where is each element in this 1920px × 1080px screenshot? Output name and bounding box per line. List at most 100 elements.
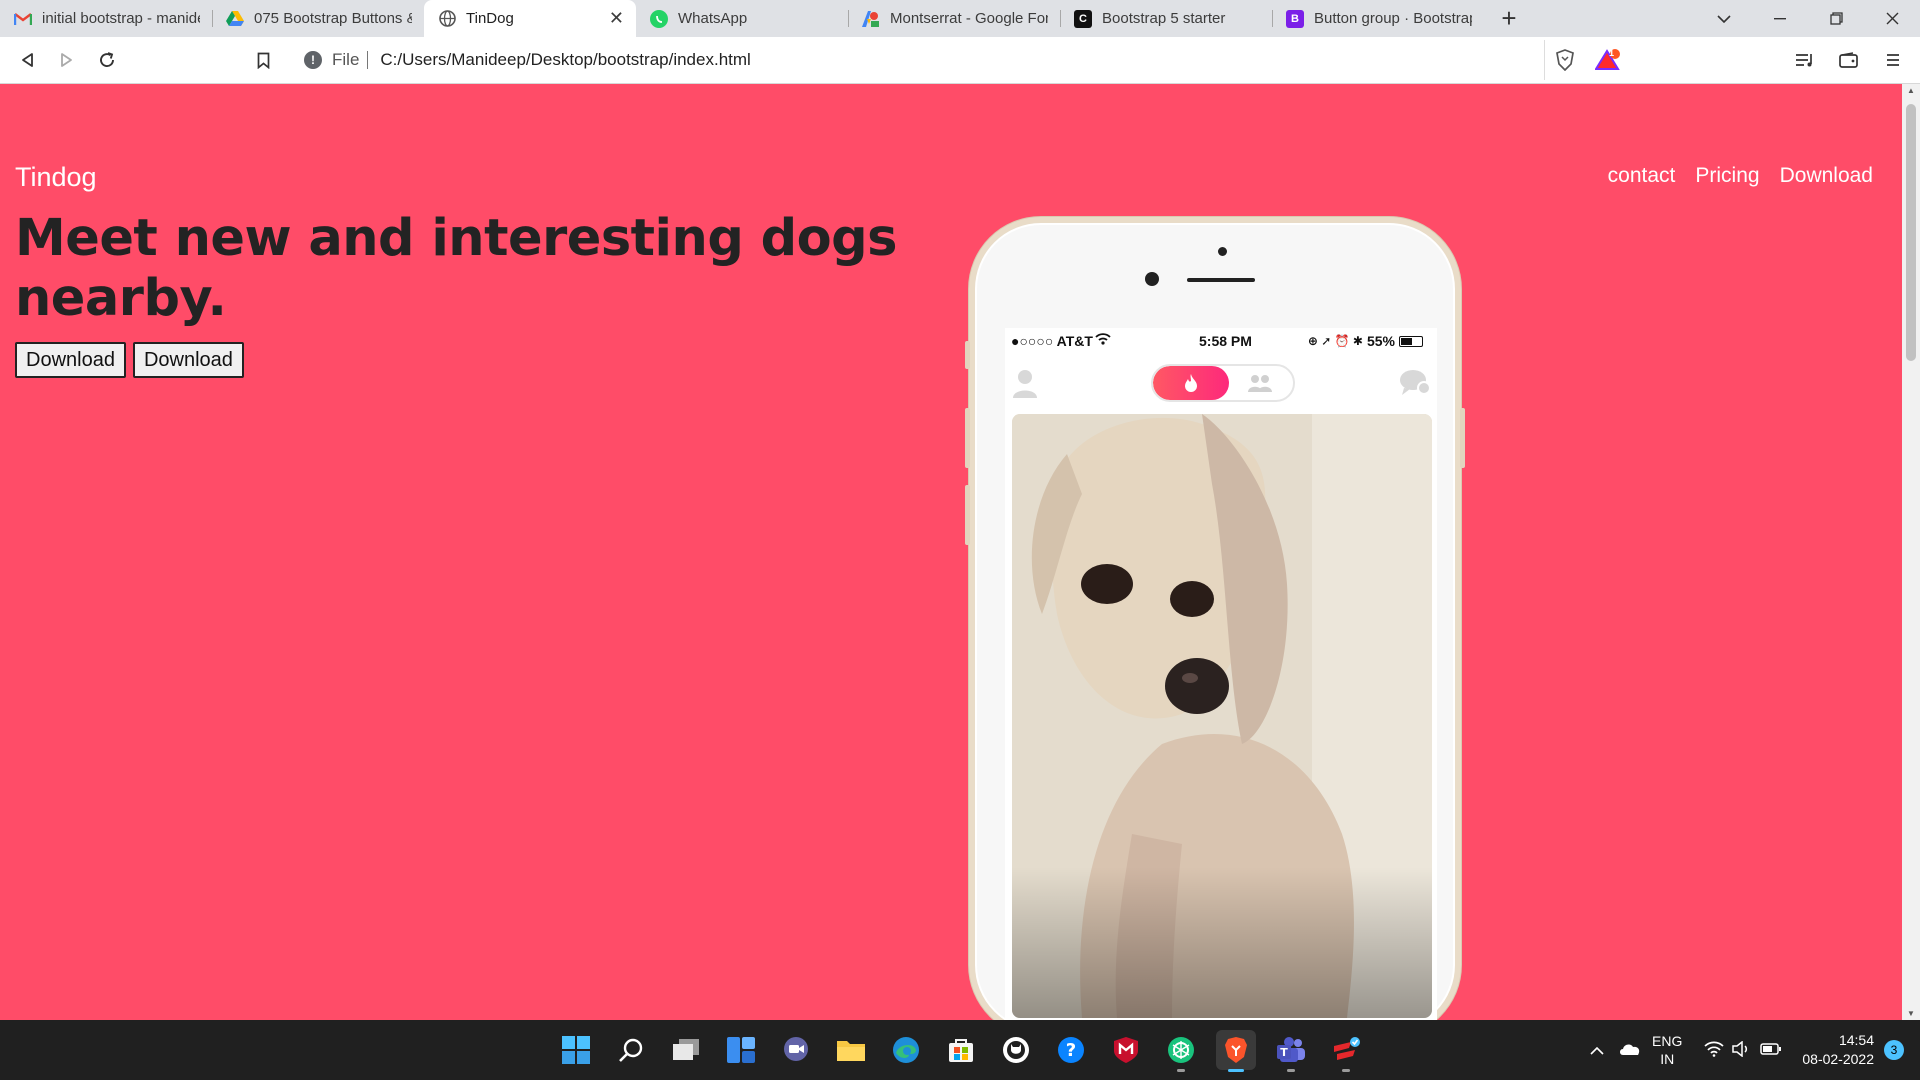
dog-photo[interactable] [1012, 414, 1432, 1018]
active-indicator [1228, 1069, 1244, 1072]
url-text: C:/Users/Manideep/Desktop/bootstrap/inde… [380, 50, 751, 69]
download-button-1[interactable]: Download [15, 342, 126, 378]
nav-link-pricing[interactable]: Pricing [1695, 164, 1759, 188]
wallet-icon[interactable] [1829, 40, 1869, 80]
close-tab-icon[interactable]: ✕ [609, 8, 624, 29]
taskbar-clock[interactable]: 14:54 08-02-2022 [1802, 1031, 1874, 1069]
page-scrollbar[interactable]: ▲ ▼ [1902, 84, 1920, 1020]
clock-date: 08-02-2022 [1802, 1051, 1874, 1067]
running-indicator [1342, 1069, 1350, 1072]
tab-title: Bootstrap 5 starter [1102, 10, 1226, 27]
chat-icon[interactable] [776, 1030, 816, 1070]
running-indicator [1177, 1069, 1185, 1072]
rewards-icon[interactable] [1326, 1030, 1366, 1072]
menu-icon[interactable] [1873, 40, 1913, 80]
reload-button[interactable] [87, 40, 127, 80]
nav-link-download[interactable]: Download [1780, 164, 1873, 188]
flame-icon [1153, 366, 1229, 400]
tab-whatsapp[interactable]: WhatsApp [636, 0, 848, 37]
task-view-icon[interactable] [666, 1030, 706, 1070]
phone-power-button [1460, 408, 1465, 468]
phone-screen: ●○○○○ AT&T 5:58 PM ⊕ ➚ ⏰ ✱ 55% [1005, 328, 1437, 1020]
scroll-up-arrow-icon[interactable]: ▲ [1907, 86, 1915, 95]
tinder-mode-toggle[interactable] [1151, 364, 1295, 402]
teams-icon[interactable]: T [1271, 1030, 1311, 1072]
tab-strip-spacer [1534, 0, 1696, 37]
windows-start-icon[interactable] [556, 1030, 596, 1070]
download-button-group: Download Download [15, 342, 244, 378]
scrollbar-thumb[interactable] [1906, 104, 1916, 361]
onedrive-cloud-icon[interactable] [1618, 1042, 1642, 1059]
windows-taskbar: ? T ENG IN 14:54 08-02-2022 3 [0, 1020, 1920, 1080]
show-hidden-icons-chevron-icon[interactable] [1590, 1042, 1604, 1058]
brave-rewards-icon[interactable]: 1 [1588, 40, 1628, 80]
mcafee-icon[interactable] [1106, 1030, 1146, 1070]
volume-icon[interactable] [1732, 1039, 1750, 1060]
tab-google-fonts[interactable]: Montserrat - Google Fonts [848, 0, 1060, 37]
google-fonts-icon [862, 10, 880, 28]
battery-fill [1401, 337, 1412, 345]
google-drive-icon [226, 10, 244, 28]
tab-title: 075 Bootstrap Buttons & Fo [254, 10, 412, 27]
tab-bootstrap-starter[interactable]: C Bootstrap 5 starter [1060, 0, 1272, 37]
wifi-icon [1095, 332, 1111, 348]
tab-gmail[interactable]: initial bootstrap - manideep [0, 0, 212, 37]
tab-search-chevron-icon[interactable] [1696, 0, 1752, 37]
wifi-icon[interactable] [1704, 1041, 1724, 1060]
minimize-button[interactable] [1752, 0, 1808, 37]
profile-icon[interactable] [1011, 368, 1039, 403]
globe-icon [438, 10, 456, 28]
navbar-brand[interactable]: Tindog [15, 162, 97, 193]
whatsapp-icon [650, 9, 668, 28]
close-window-button[interactable] [1864, 0, 1920, 37]
phone-side-button [965, 341, 970, 369]
forward-button[interactable] [47, 40, 87, 80]
bookmark-icon[interactable] [243, 40, 283, 80]
messages-icon[interactable] [1399, 368, 1431, 401]
widgets-icon[interactable] [721, 1030, 761, 1070]
battery-percent: 55% [1366, 333, 1395, 349]
running-indicator [1287, 1069, 1295, 1072]
tinder-app-bar [1005, 354, 1437, 410]
tab-tindog[interactable]: TinDog ✕ [424, 0, 636, 37]
new-tab-button[interactable]: + [1484, 0, 1534, 37]
taskbar-app-icons: ? T [556, 1030, 1366, 1072]
tab-google-drive[interactable]: 075 Bootstrap Buttons & Fo [212, 0, 424, 37]
site-info-icon[interactable]: ! [304, 51, 322, 69]
store-icon[interactable] [941, 1030, 981, 1070]
brave-shields-icon[interactable] [1544, 40, 1584, 80]
phone-status-bar: ●○○○○ AT&T 5:58 PM ⊕ ➚ ⏰ ✱ 55% [1005, 328, 1437, 354]
social-group-icon [1245, 373, 1275, 398]
scroll-down-arrow-icon[interactable]: ▼ [1907, 1009, 1915, 1018]
battery-tray-icon[interactable] [1760, 1042, 1782, 1058]
nav-link-contact[interactable]: contact [1608, 164, 1676, 188]
codepen-c-icon: C [1074, 9, 1092, 28]
hero-headline: Meet new and interesting dogs nearby. [15, 209, 898, 328]
phone-front-camera [1145, 272, 1159, 286]
iphone-mockup: ●○○○○ AT&T 5:58 PM ⊕ ➚ ⏰ ✱ 55% [965, 217, 1465, 1020]
brave-icon[interactable] [1216, 1030, 1256, 1072]
restore-button[interactable] [1808, 0, 1864, 37]
address-bar[interactable]: ! File C:/Users/Manideep/Desktop/bootstr… [292, 43, 1628, 77]
tab-title: WhatsApp [678, 10, 748, 27]
notification-badge[interactable]: 3 [1884, 1040, 1904, 1060]
tab-bootstrap-button-group[interactable]: B Button group · Bootstrap v5 [1272, 0, 1484, 37]
search-icon[interactable] [611, 1030, 651, 1070]
back-button[interactable] [7, 40, 47, 80]
github-icon[interactable] [996, 1030, 1036, 1070]
media-playlist-icon[interactable] [1785, 40, 1825, 80]
edge-icon[interactable] [886, 1030, 926, 1070]
gmail-icon [14, 10, 32, 28]
phone-status-icons: ⊕ ➚ ⏰ ✱ 55% [1308, 333, 1423, 349]
url-separator [367, 51, 369, 69]
input-language[interactable]: ENG IN [1652, 1032, 1682, 1068]
help-icon[interactable]: ? [1051, 1030, 1091, 1070]
tab-title: initial bootstrap - manideep [42, 10, 200, 27]
file-explorer-icon[interactable] [831, 1030, 871, 1070]
chatgpt-icon[interactable] [1161, 1030, 1201, 1072]
svg-text:T: T [1280, 1046, 1288, 1059]
download-button-2[interactable]: Download [132, 342, 244, 378]
clock-time: 14:54 [1838, 1032, 1874, 1048]
bootstrap-icon: B [1286, 9, 1304, 28]
region-code: IN [1660, 1051, 1675, 1067]
